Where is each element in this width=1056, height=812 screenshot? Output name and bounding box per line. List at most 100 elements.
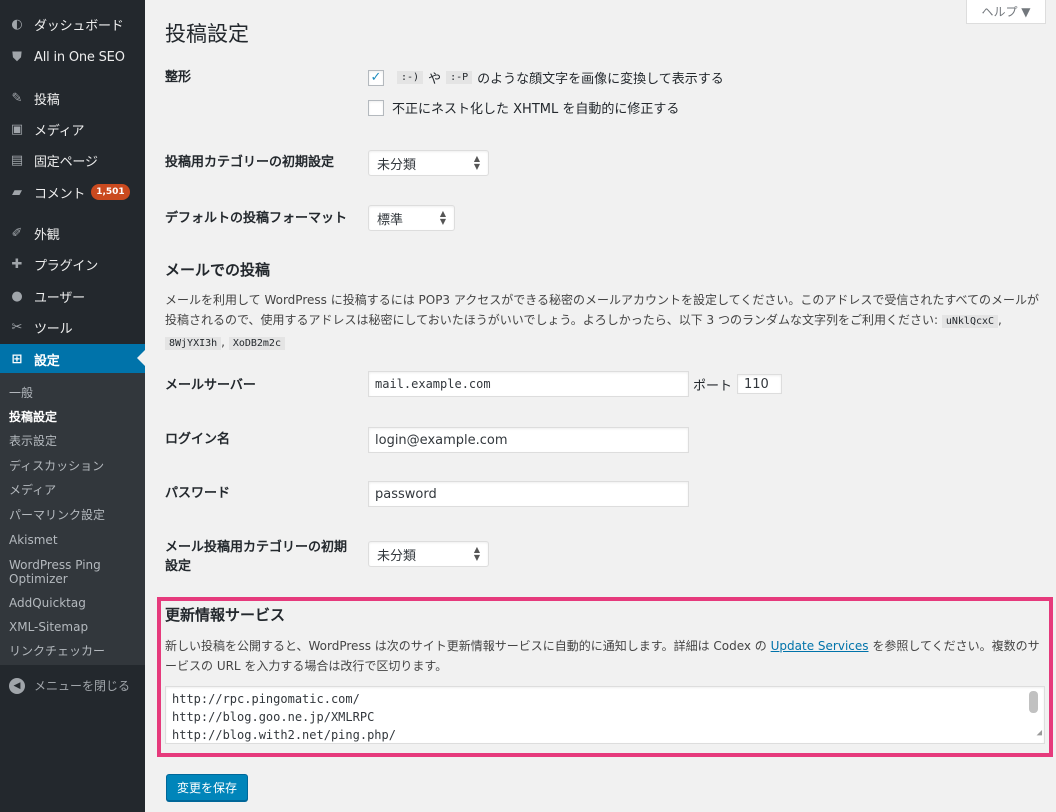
default-category-select[interactable]: 未分類 ▲ ▼	[368, 150, 489, 176]
email-category-select[interactable]: 未分類 ▲ ▼	[368, 541, 489, 567]
select-value: 未分類	[377, 548, 417, 564]
email-category-label: メール投稿用カテゴリーの初期設定	[165, 540, 348, 574]
menu-item-users[interactable]: ● ユーザー	[0, 282, 145, 310]
collapse-menu-button[interactable]: ◀ メニューを閉じる	[9, 677, 130, 694]
update-services-description: 新しい投稿を公開すると、WordPress は次のサイト更新情報サービスに自動的…	[165, 636, 1045, 676]
settings-submenu: 一般 投稿設定 表示設定 ディスカッション メディア パーマリンク設定 Akis…	[0, 373, 145, 665]
xhtml-checkbox[interactable]	[368, 99, 384, 116]
option-text: 不正にネスト化した XHTML を自動的に修正する	[392, 102, 680, 117]
submenu-discussion[interactable]: ディスカッション	[9, 459, 104, 473]
comment-count-badge: 1,501	[91, 184, 130, 200]
resize-handle-icon[interactable]: ◢	[1037, 724, 1042, 742]
menu-label: 外観	[34, 227, 60, 243]
emoticon-code-smile: :-)	[397, 71, 424, 84]
update-services-title: 更新情報サービス	[165, 606, 286, 624]
menu-item-comments[interactable]: ▰ コメント 1,501	[0, 178, 145, 206]
submenu-ping-optimizer[interactable]: WordPress Ping Optimizer	[9, 558, 129, 586]
submenu-permalinks[interactable]: パーマリンク設定	[9, 508, 105, 522]
emoticon-checkbox[interactable]: ✓	[368, 69, 384, 86]
port-label: ポート	[693, 379, 733, 394]
menu-item-appearance[interactable]: ✐ 外観	[0, 219, 145, 247]
pin-icon: ✎	[11, 90, 23, 106]
default-format-select[interactable]: 標準 ▲ ▼	[368, 205, 455, 231]
menu-label: ユーザー	[34, 290, 85, 306]
ping-sites-textarea[interactable]: http://rpc.pingomatic.com/ http://blog.g…	[165, 686, 1045, 744]
admin-sidebar: ◐ ダッシュボード ⛊ All in One SEO ✎ 投稿 ▣ メディア ▤…	[0, 0, 145, 812]
brush-icon: ✐	[11, 225, 23, 241]
wrench-icon: ✂	[11, 319, 23, 335]
shield-icon: ⛊	[12, 49, 22, 65]
menu-item-posts[interactable]: ✎ 投稿	[0, 84, 145, 112]
textarea-scrollbar[interactable]	[1029, 691, 1038, 713]
submenu-media[interactable]: メディア	[9, 483, 56, 497]
random-string-2: 8WjYXI3h	[165, 337, 222, 350]
menu-label: All in One SEO	[34, 49, 125, 65]
media-icon: ▣	[10, 121, 24, 137]
emoticon-code-tongue: :-P	[446, 71, 473, 84]
menu-item-dashboard[interactable]: ◐ ダッシュボード	[0, 10, 145, 38]
menu-label: プラグイン	[34, 258, 99, 274]
random-string-3: XoDB2m2c	[228, 337, 285, 350]
default-category-label: 投稿用カテゴリーの初期設定	[165, 155, 335, 170]
port-input[interactable]: 110	[737, 374, 782, 394]
menu-label: 固定ページ	[34, 154, 98, 170]
ping-url: http://rpc.pingomatic.com/	[172, 692, 360, 706]
post-via-email-title: メールでの投稿	[165, 261, 271, 279]
select-value: 未分類	[377, 157, 417, 173]
ping-url: http://blog.with2.net/ping.php/	[172, 728, 396, 742]
update-services-link[interactable]: Update Services	[771, 639, 869, 653]
menu-item-tools[interactable]: ✂ ツール	[0, 313, 145, 341]
select-arrows-icon: ▲ ▼	[439, 209, 446, 226]
page-title: 投稿設定	[165, 22, 249, 46]
select-value: 標準	[377, 212, 404, 228]
default-format-label: デフォルトの投稿フォーマット	[165, 211, 348, 226]
xhtml-option[interactable]: 不正にネスト化した XHTML を自動的に修正する	[368, 98, 679, 117]
password-input[interactable]: password	[368, 481, 689, 507]
submenu-xml-sitemap[interactable]: XML-Sitemap	[9, 620, 88, 634]
formatting-label: 整形	[165, 70, 192, 85]
menu-item-plugins[interactable]: ✚ プラグイン	[0, 250, 145, 278]
submenu-link-checker[interactable]: リンクチェッカー	[9, 644, 105, 658]
settings-icon: ⊞	[11, 351, 23, 367]
select-arrows-icon: ▲ ▼	[473, 545, 480, 562]
ping-url: http://blog.goo.ne.jp/XMLRPC	[172, 710, 375, 724]
menu-label: 投稿	[34, 92, 60, 108]
menu-item-all-in-one-seo[interactable]: ⛊ All in One SEO	[0, 43, 145, 71]
help-tab-button[interactable]: ヘルプ ▼	[966, 0, 1046, 24]
dashboard-icon: ◐	[11, 16, 23, 32]
submenu-general[interactable]: 一般	[9, 386, 33, 400]
save-changes-button[interactable]: 変更を保存	[166, 774, 249, 801]
menu-label: ダッシュボード	[34, 18, 124, 34]
menu-item-pages[interactable]: ▤ 固定ページ	[0, 146, 145, 174]
password-label: パスワード	[165, 486, 231, 501]
select-arrows-icon: ▲ ▼	[473, 154, 480, 171]
submenu-addquicktag[interactable]: AddQuicktag	[9, 596, 86, 610]
mail-server-label: メールサーバー	[165, 378, 256, 393]
submenu-reading[interactable]: 表示設定	[9, 434, 57, 448]
menu-item-settings[interactable]: ⊞ 設定	[0, 344, 145, 374]
login-name-label: ログイン名	[165, 432, 231, 447]
mail-server-input[interactable]: mail.example.com	[368, 371, 689, 397]
page-icon: ▤	[10, 152, 24, 168]
main-content: ヘルプ ▼ 投稿設定 整形 ✓ :-) や :-P のような顔文字を画像に変換し…	[145, 0, 1056, 812]
collapse-label: メニューを閉じる	[34, 679, 131, 693]
submenu-akismet[interactable]: Akismet	[9, 533, 58, 547]
comment-icon: ▰	[12, 184, 22, 200]
description-text: 新しい投稿を公開すると、WordPress は次のサイト更新情報サービスに自動的…	[165, 639, 767, 653]
post-via-email-description: メールを利用して WordPress に投稿するには POP3 アクセスができる…	[165, 293, 1040, 350]
option-text: のような顔文字を画像に変換して表示する	[477, 72, 724, 87]
emoticon-option[interactable]: ✓ :-) や :-P のような顔文字を画像に変換して表示する	[368, 68, 724, 87]
user-icon: ●	[11, 288, 23, 304]
option-text: や	[428, 72, 442, 87]
menu-label: 設定	[34, 353, 60, 369]
description-text: メールを利用して WordPress に投稿するには POP3 アクセスができる…	[165, 293, 1040, 327]
random-string-1: uNklQcxC	[941, 315, 999, 328]
menu-label: ツール	[34, 321, 73, 337]
menu-label: コメント	[34, 186, 86, 202]
menu-item-media[interactable]: ▣ メディア	[0, 115, 145, 143]
submenu-writing[interactable]: 投稿設定	[9, 410, 57, 424]
plugin-icon: ✚	[11, 256, 23, 272]
login-name-input[interactable]: login@example.com	[368, 427, 689, 453]
menu-label: メディア	[34, 123, 85, 139]
collapse-arrow-icon: ◀	[9, 677, 25, 694]
